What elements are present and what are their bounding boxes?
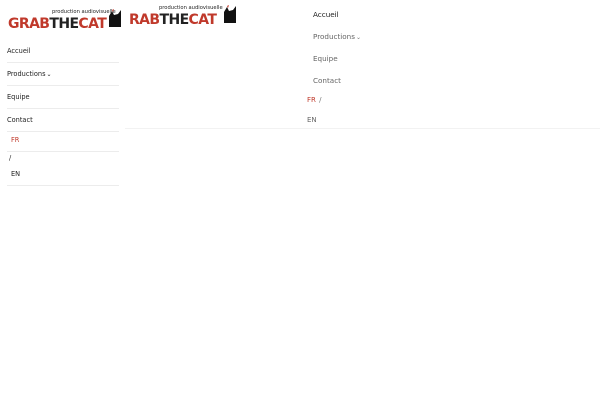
mobile-language-switcher: FR / EN <box>7 130 119 186</box>
svg-text:production audiovisuelle: production audiovisuelle <box>52 9 116 15</box>
nav-label: Accueil <box>313 10 339 19</box>
nav-label: Productions <box>313 32 355 41</box>
mobile-nav: Accueil Productions⌄ Equipe Contact <box>7 40 119 132</box>
nav-label: Equipe <box>7 93 30 101</box>
site-logo[interactable]: production audiovisuelle GRABTHECAT <box>8 6 122 30</box>
nav-label: Contact <box>313 76 341 85</box>
desktop-nav-item-contact[interactable]: Contact <box>313 76 433 98</box>
svg-text:GRABTHECAT: GRABTHECAT <box>8 16 107 30</box>
mobile-nav-item-equipe[interactable]: Equipe <box>7 86 119 109</box>
svg-text:RABTHECAT: RABTHECAT <box>129 12 217 28</box>
grab-the-cat-logo: production audiovisuelle GRABTHECAT <box>8 9 121 30</box>
nav-label: Productions <box>7 70 46 78</box>
desktop-nav-item-productions[interactable]: Productions⌄ <box>313 32 433 54</box>
mobile-nav-item-productions[interactable]: Productions⌄ <box>7 63 119 86</box>
nav-label: Accueil <box>7 47 31 55</box>
divider <box>125 128 600 129</box>
desktop-nav-item-equipe[interactable]: Equipe <box>313 54 433 76</box>
chevron-down-icon: ⌄ <box>355 34 362 41</box>
grab-the-cat-logo-cropped: production audiovisuelle RABTHECAT <box>129 5 236 28</box>
desktop-language-switcher: FR / EN <box>307 96 321 124</box>
lang-separator: / <box>9 154 12 162</box>
mobile-nav-item-accueil[interactable]: Accueil <box>7 40 119 63</box>
mobile-nav-item-contact[interactable]: Contact <box>7 109 119 132</box>
svg-text:production audiovisuelle: production audiovisuelle <box>159 5 223 11</box>
lang-fr-link[interactable]: FR <box>307 96 316 104</box>
chevron-down-icon: ⌄ <box>46 71 52 78</box>
lang-en-link[interactable]: EN <box>7 164 119 186</box>
desktop-nav-item-accueil[interactable]: Accueil <box>313 10 433 32</box>
nav-label: Equipe <box>313 54 338 63</box>
lang-separator: / <box>319 96 322 104</box>
desktop-nav: Accueil Productions⌄ Equipe Contact <box>313 10 433 98</box>
nav-label: Contact <box>7 116 33 124</box>
cat-icon <box>224 5 236 23</box>
lang-en-link[interactable]: EN <box>307 116 321 124</box>
site-logo-secondary[interactable]: production audiovisuelle RABTHECAT <box>129 4 237 28</box>
lang-fr-link[interactable]: FR <box>7 130 119 152</box>
